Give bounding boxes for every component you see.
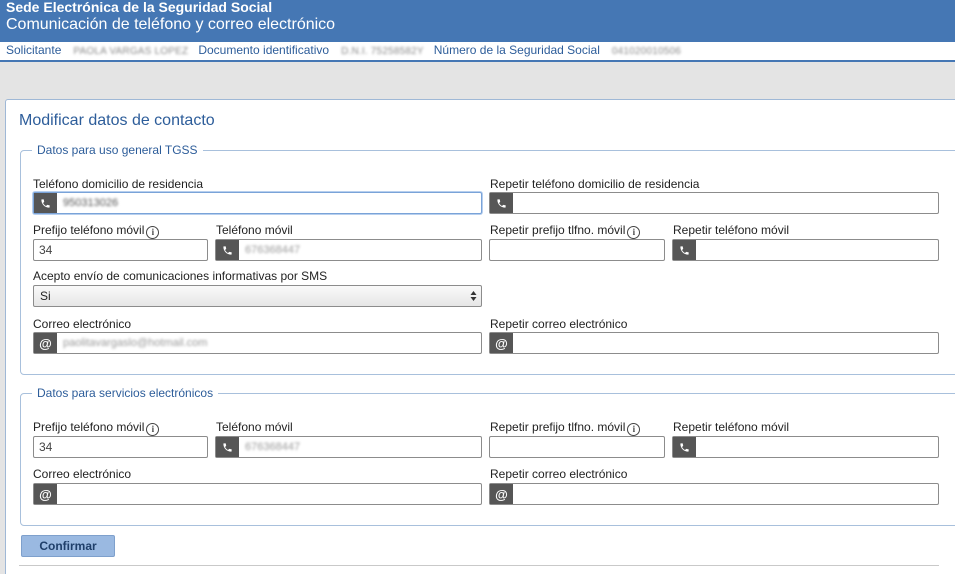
tel-home-repeat-label: Repetir teléfono domicilio de residencia — [490, 177, 700, 191]
sms-select-value: Si — [40, 289, 51, 303]
at-icon: @ — [34, 484, 57, 504]
mobile-value: 676368447 — [245, 244, 301, 256]
at-icon: @ — [34, 333, 57, 353]
prefix-repeat-label: Repetir prefijo tlfno. móvil i — [490, 223, 641, 239]
email-label: Correo electrónico — [33, 467, 132, 481]
phone-icon — [673, 437, 696, 457]
electronic-prefix-input[interactable]: 34 — [33, 436, 208, 458]
prefix-repeat-input[interactable] — [489, 239, 665, 261]
general-legend: Datos para uso general TGSS — [32, 143, 203, 157]
phone-icon — [490, 193, 513, 213]
mobile-label: Teléfono móvil — [216, 223, 293, 237]
email-repeat-label: Repetir correo electrónico — [490, 467, 628, 481]
info-icon[interactable]: i — [627, 226, 641, 239]
applicant-info-bar: Solicitante PAOLA VARGAS LOPEZ Documento i… — [0, 42, 955, 62]
info-icon[interactable]: i — [146, 423, 160, 436]
sms-select[interactable]: Si — [33, 285, 482, 307]
email-repeat-input[interactable]: @ — [489, 332, 939, 354]
electronic-mobile-repeat-input[interactable] — [672, 436, 939, 458]
email-repeat-label: Repetir correo electrónico — [490, 317, 628, 331]
nss-label: Número de la Seguridad Social — [433, 43, 600, 57]
mobile-repeat-input[interactable] — [672, 239, 939, 261]
at-icon: @ — [490, 333, 513, 353]
electronic-fieldset — [20, 393, 955, 526]
prefix-label: Prefijo teléfono móvil i — [33, 223, 160, 239]
phone-icon — [216, 240, 239, 260]
documento-value: D.N.I. 75258582Y — [341, 46, 424, 57]
mobile-label: Teléfono móvil — [216, 420, 293, 434]
electronic-prefix-repeat-input[interactable] — [489, 436, 665, 458]
electronic-legend: Datos para servicios electrónicos — [32, 386, 219, 400]
nss-value: 041020010506 — [611, 46, 682, 57]
prefix-repeat-label: Repetir prefijo tlfno. móvil i — [490, 420, 641, 436]
solicitante-label: Solicitante — [6, 43, 62, 57]
info-icon[interactable]: i — [627, 423, 641, 436]
prefix-input[interactable]: 34 — [33, 239, 208, 261]
page-title: Modificar datos de contacto — [19, 112, 215, 129]
tel-home-value: 950313026 — [63, 197, 119, 209]
mobile-value: 676368447 — [245, 441, 301, 453]
tel-home-repeat-input[interactable] — [489, 192, 939, 214]
electronic-email-repeat-input[interactable]: @ — [489, 483, 939, 505]
tel-home-input[interactable]: 950313026 — [33, 192, 482, 214]
mobile-repeat-label: Repetir teléfono móvil — [673, 420, 790, 434]
phone-icon — [34, 193, 57, 213]
confirm-button[interactable]: Confirmar — [21, 535, 115, 557]
site-title: Sede Electrónica de la Seguridad Social — [6, 0, 273, 15]
phone-icon — [673, 240, 696, 260]
at-icon: @ — [490, 484, 513, 504]
prefix-label: Prefijo teléfono móvil i — [33, 420, 160, 436]
electronic-email-input[interactable]: @ — [33, 483, 482, 505]
sms-label: Acepto envío de comunicaciones informati… — [33, 269, 328, 283]
divider — [19, 565, 939, 566]
email-input[interactable]: @ paolitavargaslo@hotmail.com — [33, 332, 482, 354]
mobile-repeat-label: Repetir teléfono móvil — [673, 223, 790, 237]
tel-home-label: Teléfono domicilio de residencia — [33, 177, 204, 191]
solicitante-value: PAOLA VARGAS LOPEZ — [73, 46, 189, 57]
phone-icon — [216, 437, 239, 457]
documento-label: Documento identificativo — [198, 43, 330, 57]
page-subtitle: Comunicación de teléfono y correo electr… — [6, 16, 336, 33]
email-value: paolitavargaslo@hotmail.com — [63, 337, 208, 349]
app-header: Sede Electrónica de la Seguridad Social … — [0, 0, 955, 42]
mobile-input[interactable]: 676368447 — [215, 239, 482, 261]
electronic-mobile-input[interactable]: 676368447 — [215, 436, 482, 458]
email-label: Correo electrónico — [33, 317, 132, 331]
select-arrows-icon — [470, 291, 477, 301]
info-icon[interactable]: i — [146, 226, 160, 239]
